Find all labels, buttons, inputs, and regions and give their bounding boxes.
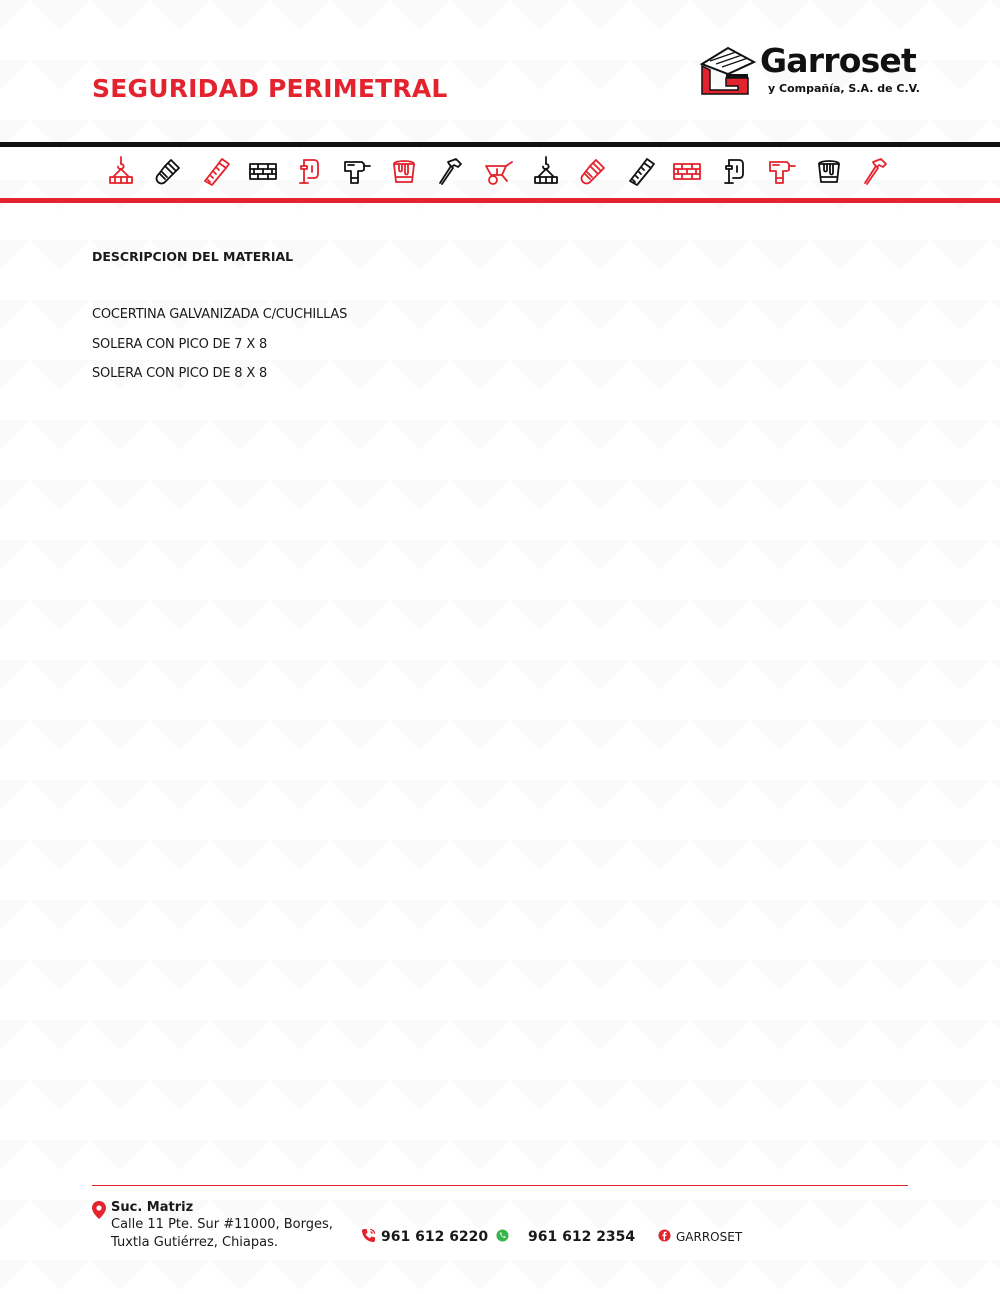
list-item: SOLERA CON PICO DE 8 X 8 <box>92 366 268 381</box>
hand-saw-icon <box>200 156 231 186</box>
wheelbarrow-icon <box>484 156 514 186</box>
bricks-icon <box>248 156 278 186</box>
phone-number[interactable]: 961 612 6220 <box>381 1229 488 1245</box>
facebook-icon <box>658 1229 671 1242</box>
power-drill-icon <box>342 156 372 186</box>
paint-brush-icon <box>578 156 608 186</box>
header-rule-black <box>0 142 1000 147</box>
hand-saw-icon <box>625 156 656 186</box>
hammer-icon <box>436 156 466 186</box>
page-title: SEGURIDAD PERIMETRAL <box>92 74 448 103</box>
paint-bucket-icon <box>389 156 419 186</box>
footer-rule <box>92 1185 908 1186</box>
power-drill-icon <box>767 156 797 186</box>
facebook-handle[interactable]: GARROSET <box>676 1230 742 1244</box>
list-item: SOLERA CON PICO DE 7 X 8 <box>92 336 268 352</box>
logo-name: Garroset <box>760 41 917 80</box>
materials-list: COCERTINA GALVANIZADA C/CUCHILLAS SOLERA… <box>92 307 347 396</box>
company-logo: Garroset y Compañía, S.A. de C.V. <box>698 44 920 100</box>
house-logo-icon <box>699 46 757 95</box>
hammer-icon <box>861 156 891 186</box>
section-heading: DESCRIPCION DEL MATERIAL <box>92 249 294 264</box>
address-line-1: Calle 11 Pte. Sur #11000, Borges, <box>111 1217 333 1232</box>
crane-hook-icon <box>531 156 561 186</box>
c-clamp-icon <box>295 156 325 186</box>
paint-bucket-icon <box>814 156 844 186</box>
background-pattern <box>0 0 1000 1294</box>
logo-subtitle: y Compañía, S.A. de C.V. <box>768 82 920 95</box>
header-rule-red <box>0 198 1000 203</box>
list-item: COCERTINA GALVANIZADA C/CUCHILLAS <box>92 307 348 322</box>
phone-icon <box>361 1228 376 1243</box>
whatsapp-icon <box>496 1229 509 1242</box>
crane-hook-icon <box>106 156 136 186</box>
tool-icon-strip <box>106 156 896 188</box>
address-line-2: Tuxtla Gutiérrez, Chiapas. <box>111 1235 279 1250</box>
paint-brush-icon <box>153 156 183 186</box>
location-pin-icon <box>92 1201 106 1219</box>
branch-name: Suc. Matriz <box>111 1200 194 1215</box>
bricks-icon <box>672 156 702 186</box>
c-clamp-icon <box>720 156 750 186</box>
whatsapp-number[interactable]: 961 612 2354 <box>528 1229 635 1245</box>
